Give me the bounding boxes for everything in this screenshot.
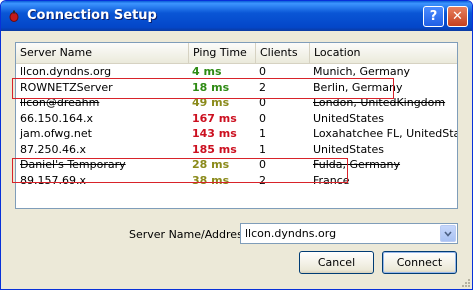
app-icon [8,10,20,22]
close-button[interactable]: ✕ [447,6,468,27]
title-bar[interactable]: Connection Setup ? ✕ [1,1,472,31]
combobox-dropdown-button[interactable] [440,225,456,242]
server-row[interactable]: 87.250.46.x 185 ms 1 UnitedStates [16,142,457,157]
clients-cell: 0 [259,111,266,125]
location-cell: UnitedStates [313,142,384,156]
column-header-server-name[interactable]: Server Name [16,43,188,63]
ping-time-cell: 38 ms [192,173,230,187]
help-button[interactable]: ? [423,6,444,27]
ping-time-cell: 167 ms [192,111,237,125]
server-row[interactable]: 66.150.164.x 167 ms 0 UnitedStates [16,111,457,126]
server-name-cell: Daniel's Temporary [20,158,126,171]
connection-setup-dialog: Connection Setup ? ✕ Server Name Ping Ti… [0,0,473,290]
location-cell: Munich, Germany [313,65,411,78]
server-address-input[interactable] [241,224,437,243]
server-name-cell: ROWNETZServer [20,80,113,94]
server-row[interactable]: llcon@dreahm 49 ms 0 London, UnitedKingdom [16,95,457,110]
server-row[interactable]: 89.157.69.x 38 ms 2 France [16,173,457,188]
server-address-label: Server Name/Address [129,228,249,241]
server-address-combobox[interactable] [240,223,458,244]
location-cell: UnitedStates [313,111,384,125]
resize-grip-icon[interactable] [460,277,470,287]
clients-cell: 1 [259,127,266,140]
server-row[interactable]: jam.ofwg.net 143 ms 1 Loxahatchee FL, Unite… [16,126,457,141]
server-row[interactable]: ROWNETZServer 18 ms 2 Berlin, Germany [16,80,457,95]
list-header: Server Name Ping Time Clients Location [16,43,457,64]
location-cell: Loxahatchee FL, UnitedStat... [313,127,457,140]
location-cell: London, UnitedKingdom [313,96,446,109]
help-icon: ? [429,9,438,24]
cancel-button-label: Cancel [317,256,356,269]
location-cell: Berlin, Germany [313,80,403,94]
server-row[interactable]: Daniel's Temporary 28 ms 0 Fulda, Germany [16,157,457,172]
ping-time-cell: 185 ms [192,142,237,156]
ping-time-cell: 49 ms [192,96,230,109]
server-name-cell: 89.157.69.x [20,173,86,187]
close-icon: ✕ [452,9,463,24]
clients-cell: 1 [259,142,266,156]
cancel-button[interactable]: Cancel [299,251,374,274]
server-name-cell: 66.150.164.x [20,111,93,125]
clients-cell: 0 [259,65,266,78]
server-name-cell: llcon.dyndns.org [20,65,112,78]
column-header-clients[interactable]: Clients [255,43,309,63]
ping-time-cell: 143 ms [192,127,237,140]
column-header-ping-time[interactable]: Ping Time [188,43,255,63]
server-name-cell: jam.ofwg.net [20,127,92,140]
server-name-cell: llcon@dreahm [20,96,100,109]
clients-cell: 0 [259,96,266,109]
server-name-cell: 87.250.46.x [20,142,86,156]
column-header-location[interactable]: Location [309,43,457,63]
clients-cell: 0 [259,158,266,171]
clients-cell: 2 [259,173,266,187]
clients-cell: 2 [259,80,266,94]
server-list[interactable]: Server Name Ping Time Clients Location l… [12,42,458,209]
ping-time-cell: 4 ms [192,65,222,78]
ping-time-cell: 28 ms [192,158,230,171]
chevron-down-icon [444,230,452,237]
connect-button-label: Connect [396,256,443,269]
location-cell: France [313,173,350,187]
connect-button[interactable]: Connect [382,251,457,274]
location-cell: Fulda, Germany [313,158,401,171]
ping-time-cell: 18 ms [192,80,230,94]
window-title: Connection Setup [27,8,157,23]
server-row[interactable]: llcon.dyndns.org 4 ms 0 Munich, Germany [16,64,457,79]
